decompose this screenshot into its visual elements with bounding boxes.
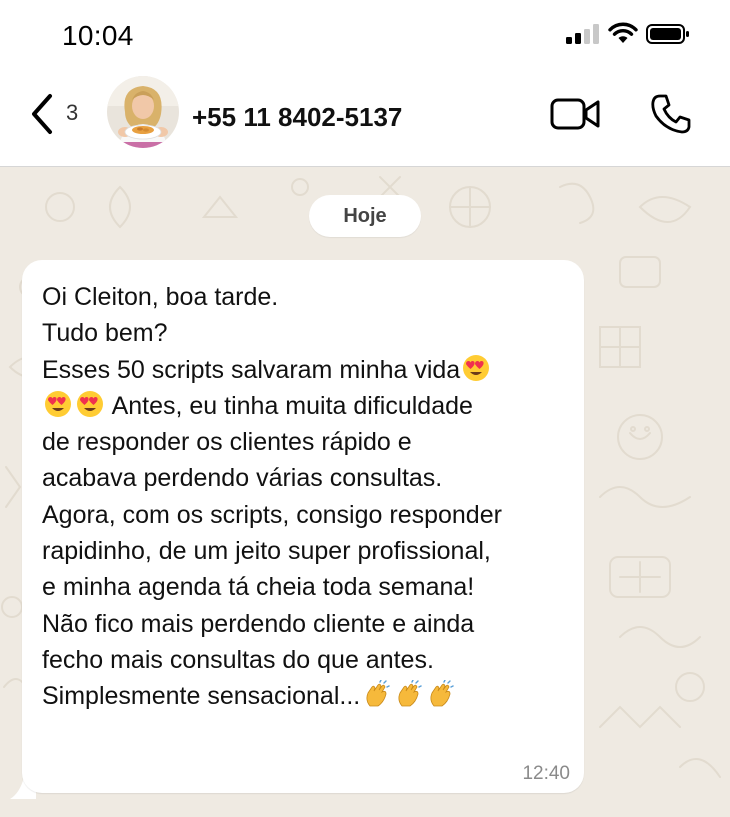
message-line: Esses 50 scripts salvaram minha vida bbox=[42, 352, 572, 388]
status-time: 10:04 bbox=[62, 20, 134, 51]
clapping-hands-emoji bbox=[430, 680, 454, 707]
message-line: Antes, eu tinha muita dificuldade bbox=[42, 388, 572, 424]
contact-name[interactable]: +55 11 8402-5137 bbox=[192, 102, 402, 133]
message-line: Simplesmente sensacional... bbox=[42, 678, 572, 714]
phone-icon bbox=[651, 94, 691, 134]
chevron-left-icon bbox=[32, 94, 52, 134]
message-line-text: Simplesmente sensacional... bbox=[42, 682, 361, 711]
message-line: e minha agenda tá cheia toda semana! bbox=[42, 573, 475, 602]
message-line: Oi Cleiton, boa tarde. bbox=[42, 283, 279, 311]
message-line-text: Esses 50 scripts salvaram minha vida bbox=[42, 355, 461, 384]
message-bubble[interactable]: Oi Cleiton, boa tarde. Tudo bem? Esses 5… bbox=[22, 260, 584, 793]
message-line-text: Antes, eu tinha muita dificuldade bbox=[106, 391, 473, 420]
voice-call-button[interactable] bbox=[650, 92, 692, 134]
avatar-photo bbox=[107, 76, 179, 148]
status-bar: 10:04 bbox=[0, 0, 730, 70]
heart-eyes-emoji bbox=[77, 390, 103, 417]
message-line: Não fico mais perdendo cliente e ainda bbox=[42, 609, 475, 638]
chat-header: 3 +55 11 8402-5137 bbox=[0, 70, 730, 167]
clapping-hands-emoji bbox=[366, 680, 390, 707]
video-camera-icon bbox=[550, 98, 600, 130]
message-line: rapidinho, de um jeito super profissiona… bbox=[42, 537, 491, 566]
date-divider: Hoje bbox=[309, 195, 421, 237]
unread-count: 3 bbox=[66, 100, 79, 125]
heart-eyes-emoji bbox=[45, 390, 71, 417]
message-line: acabava perdendo várias consultas. bbox=[42, 464, 443, 493]
signal-icon bbox=[566, 24, 599, 44]
message-line: Agora, com os scripts, consigo responder bbox=[42, 500, 502, 529]
avatar[interactable] bbox=[107, 76, 179, 148]
chat-area[interactable]: Hoje Oi Cleiton, boa tarde. Tudo bem? Es… bbox=[0, 167, 730, 817]
message-timestamp: 12:40 bbox=[522, 763, 570, 784]
wifi-icon bbox=[608, 22, 638, 43]
back-button[interactable]: 3 bbox=[26, 90, 86, 140]
battery-icon bbox=[646, 24, 689, 44]
message-text: Oi Cleiton, boa tarde. Tudo bem? Esses 5… bbox=[42, 279, 572, 715]
message-line: de responder os clientes rápido e bbox=[42, 428, 412, 457]
heart-eyes-emoji bbox=[463, 354, 490, 381]
message-line: Tudo bem? bbox=[42, 319, 168, 348]
message-line: fecho mais consultas do que antes. bbox=[42, 645, 434, 674]
clapping-hands-emoji bbox=[398, 680, 422, 707]
video-call-button[interactable] bbox=[550, 96, 602, 132]
